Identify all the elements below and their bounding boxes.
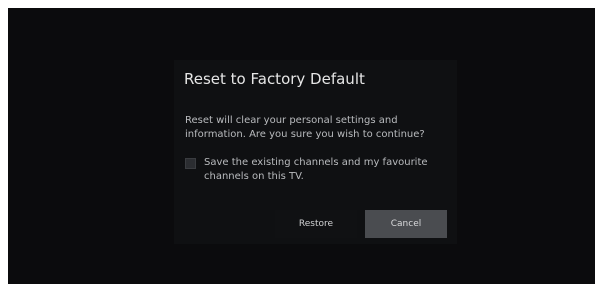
dialog-message: Reset will clear your personal settings … [185, 115, 425, 140]
tv-screen: Reset to Factory Default Reset will clea… [8, 8, 595, 284]
dialog-title: Reset to Factory Default [184, 70, 365, 88]
cancel-button[interactable]: Cancel [365, 210, 447, 238]
save-channels-label: Save the existing channels and my favour… [204, 157, 428, 182]
reset-dialog: Reset to Factory Default Reset will clea… [174, 60, 457, 244]
empty-checkbox-icon[interactable] [185, 158, 196, 169]
restore-button[interactable]: Restore [275, 210, 357, 238]
save-channels-option[interactable]: Save the existing channels and my favour… [185, 156, 447, 186]
